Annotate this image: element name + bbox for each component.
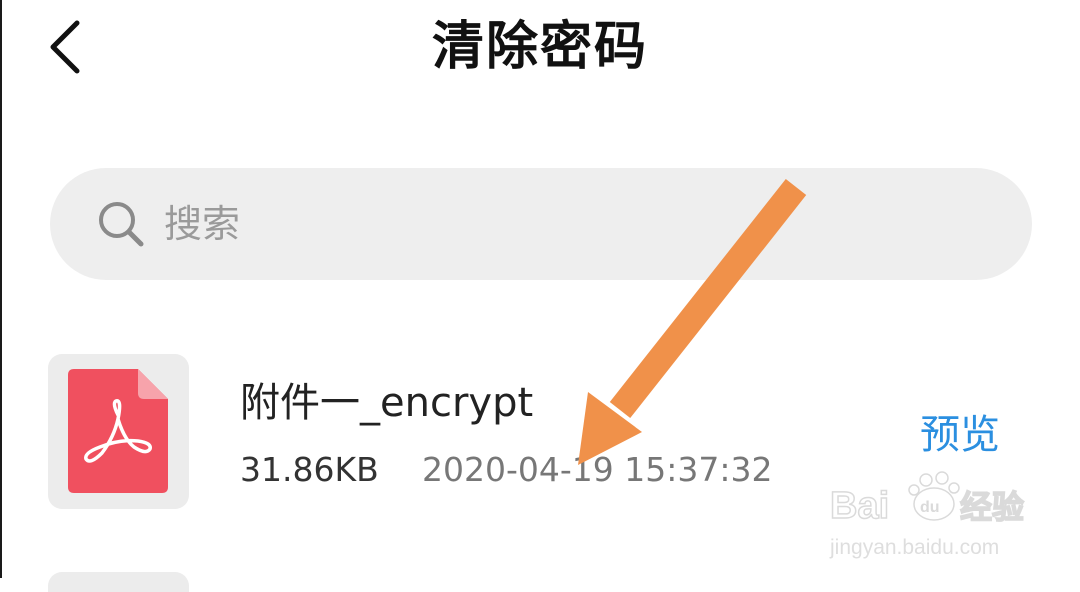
file-thumbnail: [48, 354, 189, 509]
file-date: 2020-04-19 15:37:32: [422, 450, 773, 489]
svg-text:经验: 经验: [960, 488, 1024, 526]
file-size: 31.86KB: [240, 450, 379, 489]
pdf-file-icon: [68, 369, 168, 493]
svg-text:Bai: Bai: [830, 485, 889, 527]
clear-password-screen: 清除密码 附件一_encrypt 31.86KB 2020-04-19 15:3…: [0, 0, 1080, 592]
baidu-watermark-logo: Bai du 经验 jingyan.baidu.com: [829, 471, 1025, 559]
search-icon: [96, 199, 146, 249]
svg-text:du: du: [920, 499, 940, 516]
search-bar[interactable]: [50, 168, 1032, 280]
preview-button[interactable]: 预览: [920, 410, 1000, 460]
next-file-thumbnail: [48, 572, 189, 592]
svg-text:jingyan.baidu.com: jingyan.baidu.com: [829, 536, 999, 559]
page-title: 清除密码: [431, 17, 648, 77]
search-input[interactable]: [164, 194, 864, 254]
file-name: 附件一_encrypt: [240, 380, 534, 426]
